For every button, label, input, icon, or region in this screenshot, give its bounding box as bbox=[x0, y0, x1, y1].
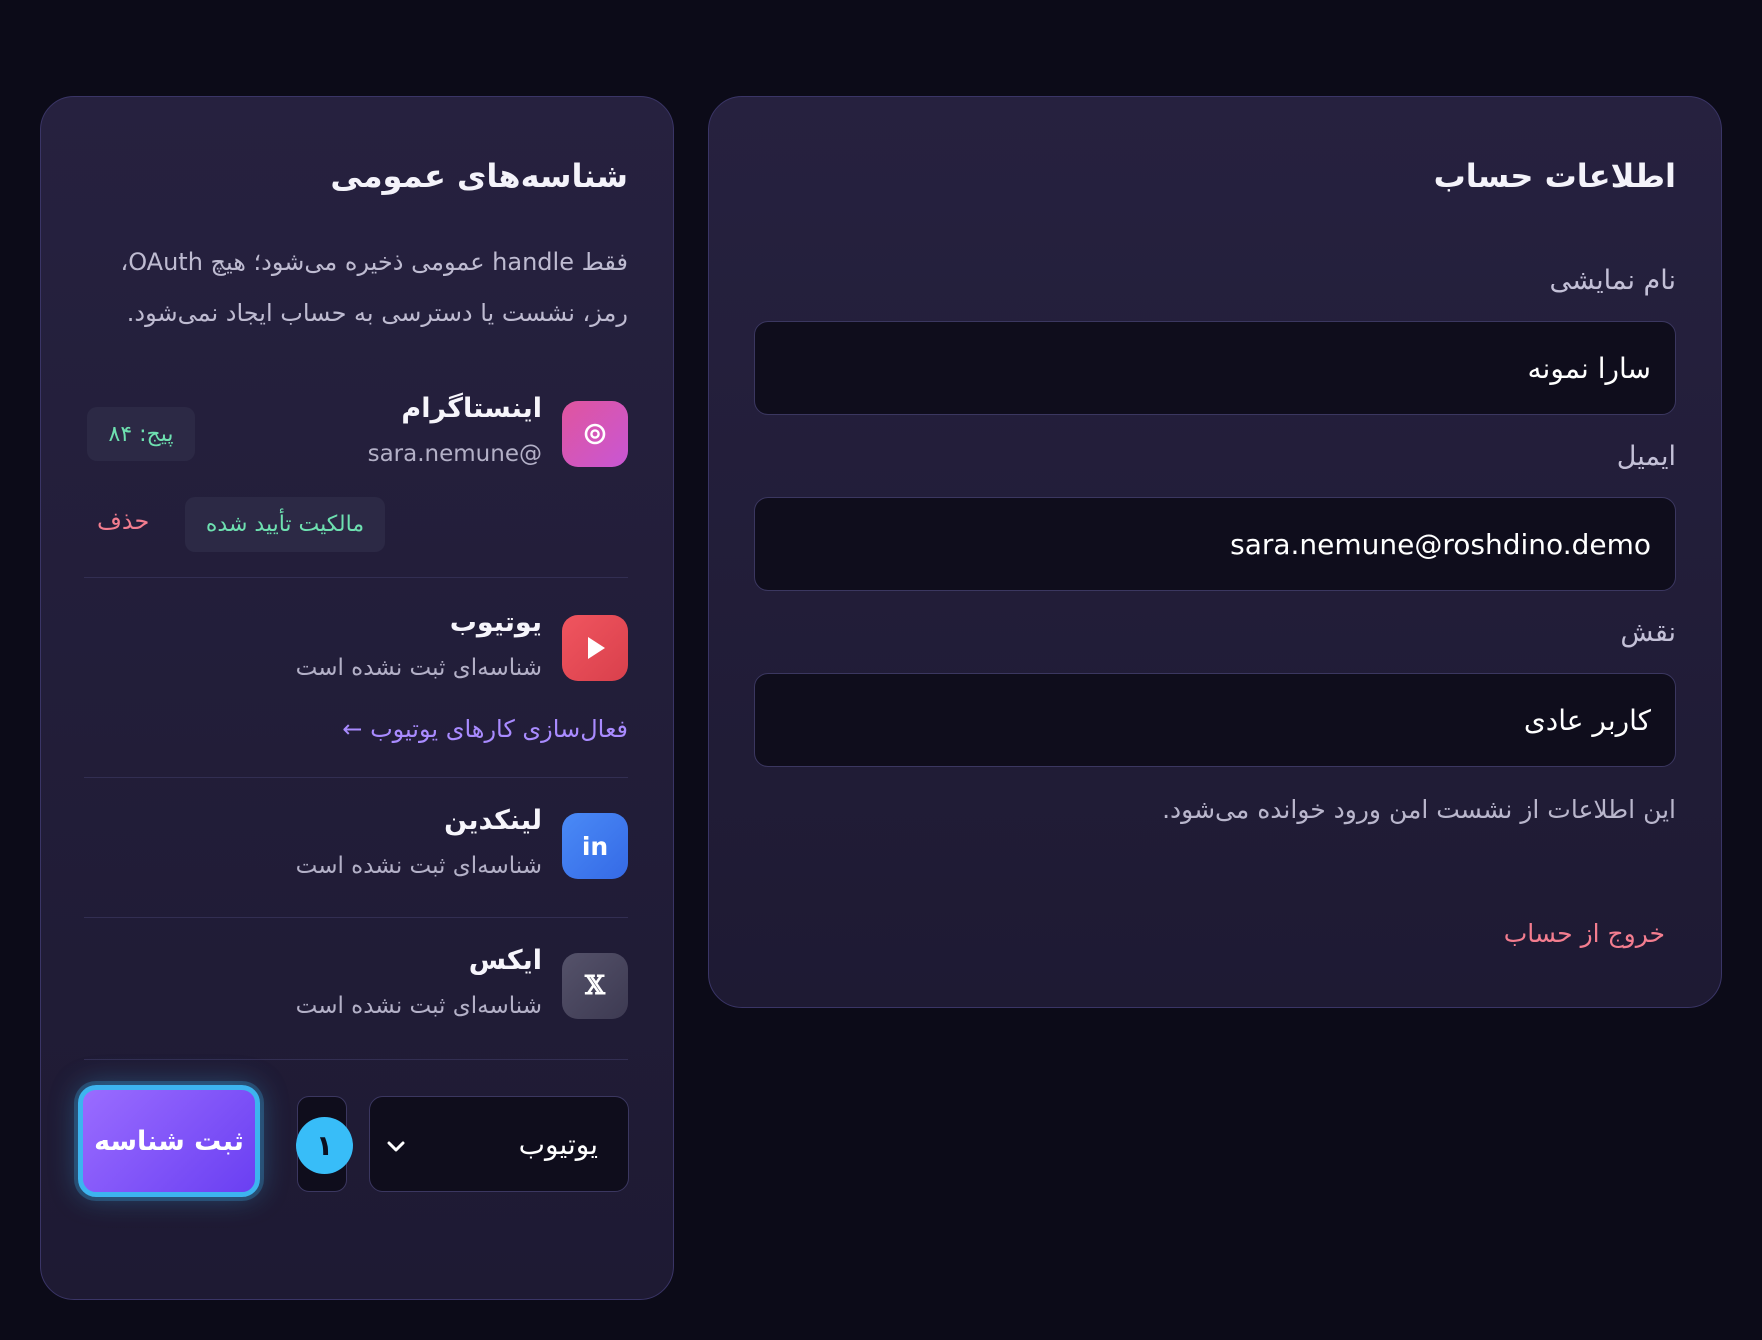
delete-handle-button[interactable]: حذف bbox=[97, 507, 149, 535]
display-name-label: نام نمایشی bbox=[1549, 265, 1677, 296]
divider bbox=[84, 917, 628, 918]
platform-row-x: 𝕏 ایکس شناسه‌ای ثبت نشده است bbox=[84, 945, 628, 1033]
email-label: ایمیل bbox=[1616, 441, 1676, 472]
divider bbox=[84, 577, 628, 578]
platform-name: ایکس bbox=[468, 945, 542, 976]
platform-name: لینکدین bbox=[444, 805, 542, 836]
platform-handle: شناسه‌ای ثبت نشده است bbox=[295, 993, 542, 1019]
role-value: کاربر عادی bbox=[1523, 703, 1651, 737]
x-icon: 𝕏 bbox=[562, 953, 628, 1019]
display-name-value: سارا نمونه bbox=[1527, 351, 1651, 385]
handles-title: شناسه‌های عمومی bbox=[330, 157, 628, 195]
logout-link[interactable]: خروج از حساب bbox=[1504, 919, 1665, 948]
divider bbox=[84, 777, 628, 778]
submit-handle-button[interactable]: ثبت شناسه bbox=[78, 1085, 260, 1197]
page-count-badge: پیج: ۸۴ bbox=[87, 407, 195, 461]
email-value: sara.nemune@roshdino.demo bbox=[1230, 527, 1651, 561]
platform-name: اینستاگرام bbox=[401, 393, 542, 424]
youtube-icon bbox=[562, 615, 628, 681]
activate-youtube-link[interactable]: فعال‌سازی کارهای یوتیوب ← bbox=[342, 715, 628, 743]
ownership-verified-badge: مالکیت تأیید شده bbox=[185, 497, 385, 552]
platform-handle: شناسه‌ای ثبت نشده است bbox=[295, 655, 542, 681]
role-field[interactable]: کاربر عادی bbox=[754, 673, 1676, 767]
platform-row-youtube: یوتیوب شناسه‌ای ثبت نشده است bbox=[84, 607, 628, 693]
step-badge: ۱ bbox=[296, 1117, 353, 1174]
linkedin-icon: in bbox=[562, 813, 628, 879]
platform-row-linkedin: in لینکدین شناسه‌ای ثبت نشده است bbox=[84, 805, 628, 893]
role-label: نقش bbox=[1620, 617, 1676, 648]
platform-select-value: یوتیوب bbox=[518, 1127, 598, 1161]
platform-select[interactable]: یوتیوب bbox=[369, 1096, 629, 1192]
account-title: اطلاعات حساب bbox=[1433, 157, 1676, 195]
platform-name: یوتیوب bbox=[449, 607, 542, 638]
public-handles-card: شناسه‌های عمومی فقط handle عمومی ذخیره م… bbox=[40, 96, 674, 1300]
divider bbox=[84, 1059, 628, 1060]
chevron-down-icon bbox=[386, 1128, 406, 1161]
session-note: این اطلاعات از نشست امن ورود خوانده می‌ش… bbox=[1162, 795, 1676, 824]
display-name-field[interactable]: سارا نمونه bbox=[754, 321, 1676, 415]
platform-handle: sara.nemune@ bbox=[367, 441, 542, 467]
instagram-icon bbox=[562, 401, 628, 467]
email-field[interactable]: sara.nemune@roshdino.demo bbox=[754, 497, 1676, 591]
platform-handle: شناسه‌ای ثبت نشده است bbox=[295, 853, 542, 879]
handles-description: فقط handle عمومی ذخیره می‌شود؛ هیچ OAuth… bbox=[120, 248, 628, 327]
account-info-card: اطلاعات حساب نام نمایشی سارا نمونه ایمیل… bbox=[708, 96, 1722, 1008]
